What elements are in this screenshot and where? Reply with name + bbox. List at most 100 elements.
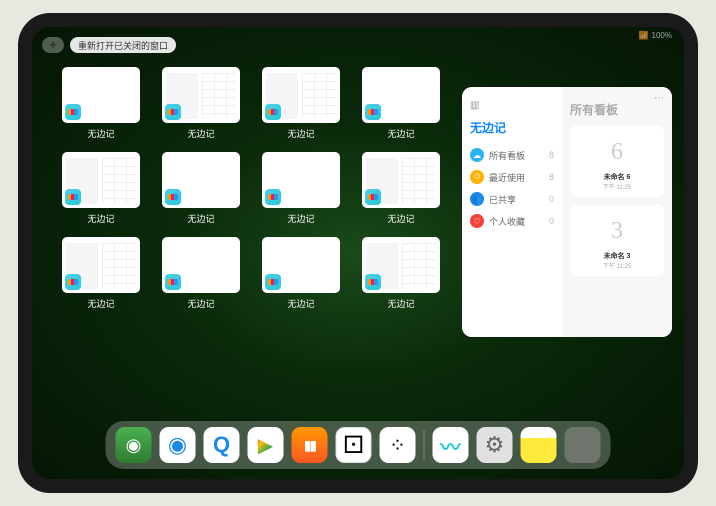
nav-item[interactable]: 👥 已共享 0 xyxy=(470,188,554,210)
app-card[interactable]: 无边记 xyxy=(162,152,240,225)
status-bar: 📶 100% xyxy=(639,31,672,40)
app-card[interactable]: 无边记 xyxy=(162,67,240,140)
nav-count: 0 xyxy=(549,216,554,226)
battery-label: 100% xyxy=(652,31,672,40)
app-label: 无边记 xyxy=(287,297,314,310)
app-card[interactable]: 无边记 xyxy=(262,67,340,140)
more-icon[interactable]: ⋯ xyxy=(654,93,664,104)
app-label: 无边记 xyxy=(87,127,114,140)
app-label: 无边记 xyxy=(387,297,414,310)
wechat-icon[interactable] xyxy=(116,427,152,463)
signal-icon: 📶 xyxy=(639,31,649,40)
nav-icon: ⏱ xyxy=(470,170,484,184)
stack-icon[interactable] xyxy=(565,427,601,463)
app-card[interactable]: 无边记 xyxy=(62,152,140,225)
app-card[interactable]: 无边记 xyxy=(62,237,140,310)
app-label: 无边记 xyxy=(387,127,414,140)
app-card[interactable]: 无边记 xyxy=(262,152,340,225)
app-thumbnail[interactable] xyxy=(262,237,340,293)
app-label: 无边记 xyxy=(287,127,314,140)
freeform-app-icon xyxy=(65,104,81,120)
qq1-icon[interactable] xyxy=(160,427,196,463)
app-label: 无边记 xyxy=(287,212,314,225)
app-thumbnail[interactable] xyxy=(62,237,140,293)
board-name: 未命名 6 xyxy=(576,172,658,182)
nav-item[interactable]: ☁ 所有看板 8 xyxy=(470,144,554,166)
settings-icon[interactable] xyxy=(477,427,513,463)
freeform-app-icon xyxy=(265,104,281,120)
sidebar-toggle-icon[interactable]: ▥ xyxy=(470,100,479,111)
freeform-app-icon xyxy=(165,104,181,120)
app-label: 无边记 xyxy=(187,127,214,140)
books-icon[interactable] xyxy=(292,427,328,463)
app-thumbnail[interactable] xyxy=(62,67,140,123)
nav-icon: ♡ xyxy=(470,214,484,228)
app-thumbnail[interactable] xyxy=(362,67,440,123)
nav-count: 8 xyxy=(549,150,554,160)
nav-item[interactable]: ♡ 个人收藏 0 xyxy=(470,210,554,232)
top-controls: + 重新打开已关闭的窗口 xyxy=(42,37,176,53)
app-thumbnail[interactable] xyxy=(62,152,140,208)
dock xyxy=(106,421,611,469)
app-thumbnail[interactable] xyxy=(262,67,340,123)
app-thumbnail[interactable] xyxy=(362,152,440,208)
app-thumbnail[interactable] xyxy=(162,237,240,293)
app-thumbnail[interactable] xyxy=(162,152,240,208)
app-thumbnail[interactable] xyxy=(162,67,240,123)
qq2-icon[interactable] xyxy=(204,427,240,463)
app-card[interactable]: 无边记 xyxy=(262,237,340,310)
nav-item[interactable]: ⏱ 最近使用 8 xyxy=(470,166,554,188)
nav-count: 8 xyxy=(549,172,554,182)
board-card[interactable]: 3未命名 3下午 11:25 xyxy=(570,205,664,276)
ipad-frame: 📶 100% + 重新打开已关闭的窗口 无边记无边记无边记无边记无边记无边记无边… xyxy=(18,13,698,493)
dock-separator xyxy=(424,430,425,460)
freeform-app-icon xyxy=(65,274,81,290)
app-label: 无边记 xyxy=(387,212,414,225)
freeform-app-icon xyxy=(165,189,181,205)
panel-content: ⋯ 所有看板 6未命名 6下午 11:253未命名 3下午 11:25 xyxy=(562,87,672,337)
panel-sidebar: ▥ 无边记 ☁ 所有看板 8 ⏱ 最近使用 8 👥 已共享 0 ♡ 个人收藏 0 xyxy=(462,87,562,337)
board-card[interactable]: 6未命名 6下午 11:25 xyxy=(570,126,664,197)
dots-icon[interactable] xyxy=(380,427,416,463)
panel-left-title: 无边记 xyxy=(470,119,554,136)
freeform-app-icon xyxy=(265,274,281,290)
app-card[interactable]: 无边记 xyxy=(362,67,440,140)
board-name: 未命名 3 xyxy=(576,251,658,261)
nav-icon: ☁ xyxy=(470,148,484,162)
app-thumbnail[interactable] xyxy=(262,152,340,208)
nav-count: 0 xyxy=(549,194,554,204)
notes-icon[interactable] xyxy=(521,427,557,463)
panel-right-title: 所有看板 xyxy=(570,101,664,118)
app-label: 无边记 xyxy=(87,297,114,310)
app-card[interactable]: 无边记 xyxy=(162,237,240,310)
freeform-app-icon xyxy=(265,189,281,205)
freeform-app-icon xyxy=(365,274,381,290)
app-label: 无边记 xyxy=(187,297,214,310)
screen: 📶 100% + 重新打开已关闭的窗口 无边记无边记无边记无边记无边记无边记无边… xyxy=(32,27,684,479)
board-sketch: 6 xyxy=(576,132,658,172)
play-icon[interactable] xyxy=(248,427,284,463)
add-button[interactable]: + xyxy=(42,37,64,53)
app-card[interactable]: 无边记 xyxy=(362,152,440,225)
board-timestamp: 下午 11:25 xyxy=(576,182,658,191)
app-switcher-grid: 无边记无边记无边记无边记无边记无边记无边记无边记无边记无边记无边记无边记 xyxy=(62,67,452,310)
app-label: 无边记 xyxy=(187,212,214,225)
nav-icon: 👥 xyxy=(470,192,484,206)
board-sketch: 3 xyxy=(576,211,658,251)
freeform-app-icon xyxy=(65,189,81,205)
nav-label: 已共享 xyxy=(489,193,516,206)
freeform-app-icon xyxy=(365,104,381,120)
dice-icon[interactable] xyxy=(336,427,372,463)
nav-label: 个人收藏 xyxy=(489,215,525,228)
board-timestamp: 下午 11:25 xyxy=(576,261,658,270)
freeform-app-icon xyxy=(165,274,181,290)
reopen-closed-window-button[interactable]: 重新打开已关闭的窗口 xyxy=(70,37,176,53)
app-card[interactable]: 无边记 xyxy=(362,237,440,310)
nav-label: 最近使用 xyxy=(489,171,525,184)
nav-label: 所有看板 xyxy=(489,149,525,162)
app-card[interactable]: 无边记 xyxy=(62,67,140,140)
app-label: 无边记 xyxy=(87,212,114,225)
freeform-app-icon xyxy=(365,189,381,205)
freeform-icon[interactable] xyxy=(433,427,469,463)
app-thumbnail[interactable] xyxy=(362,237,440,293)
